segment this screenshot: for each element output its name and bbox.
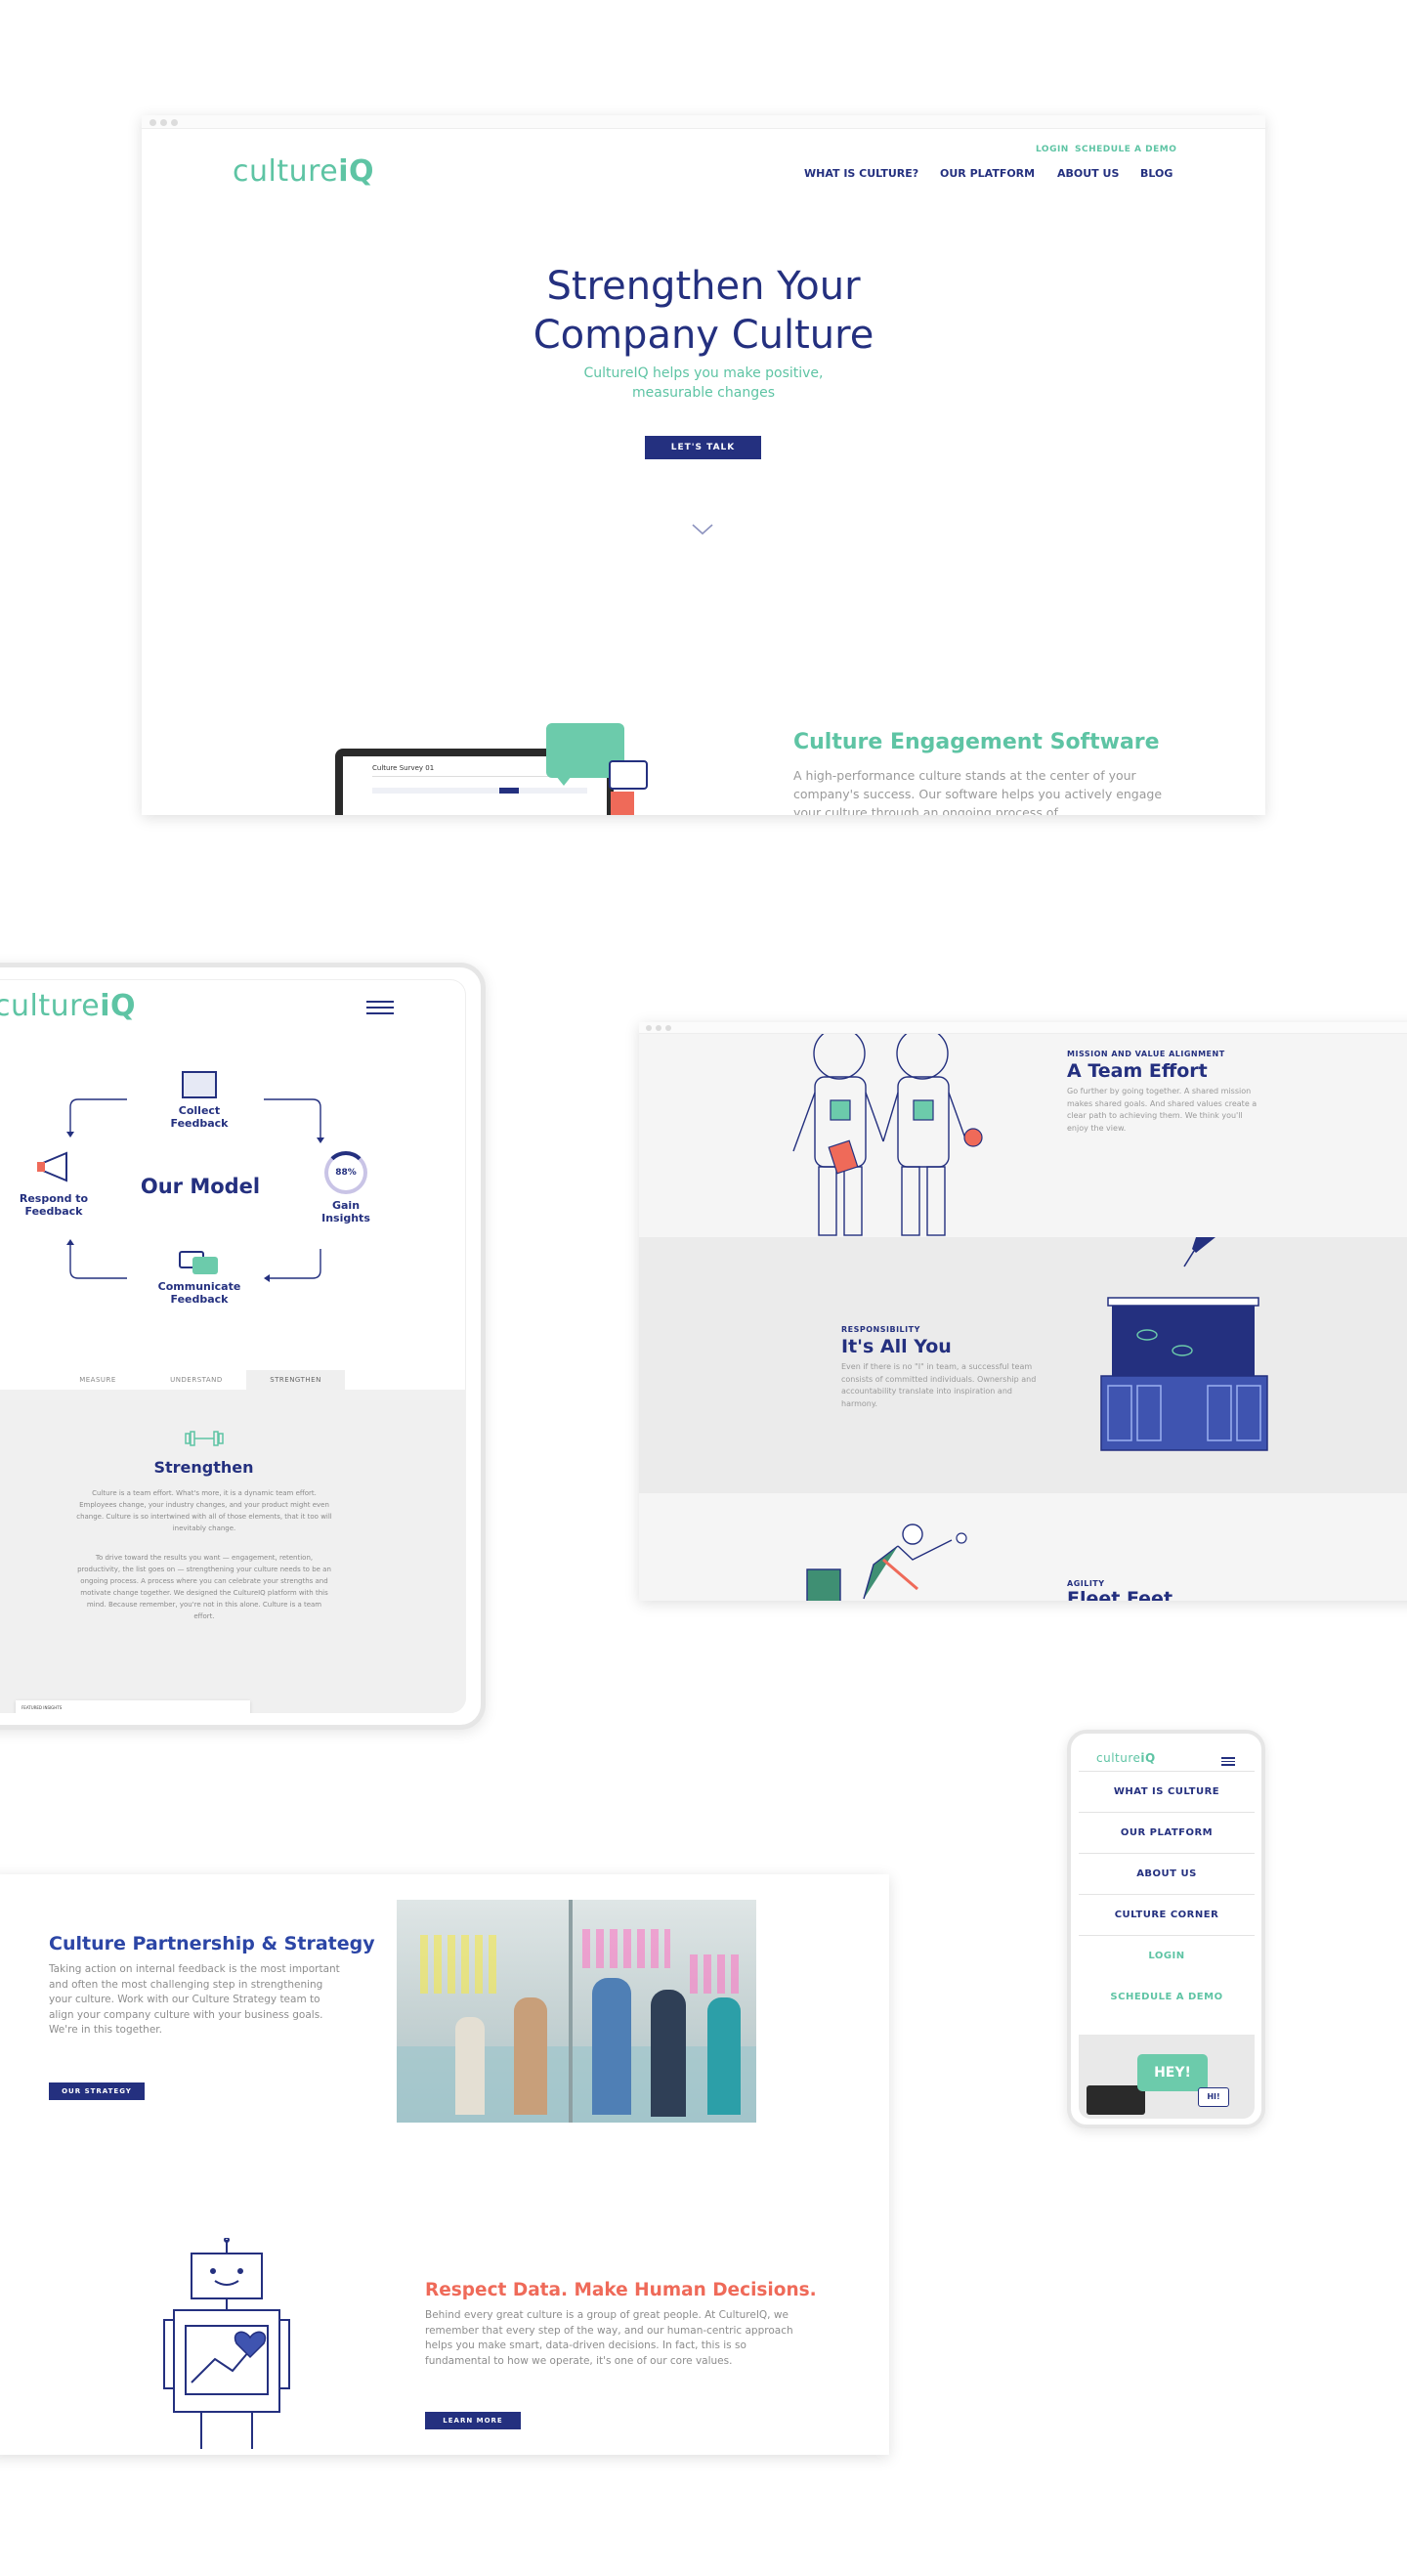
browser-bar [639,1022,1407,1034]
robot-heart-illustration [163,2238,290,2449]
runner-illustration [806,1524,967,1601]
learn-more-button[interactable]: LEARN MORE [425,2412,521,2429]
logo-prefix: culture [233,154,339,189]
browser-bar [142,115,1265,129]
strengthen-paragraph-1: Culture is a team effort. What's more, i… [76,1489,332,1532]
tab-measure[interactable]: MEASURE [49,1370,147,1390]
team-effort-eyebrow: MISSION AND VALUE ALIGNMENT [1067,1050,1225,1058]
all-you-section: RESPONSIBILITY It's All You Even if ther… [639,1237,1407,1493]
mobile-logo[interactable]: cultureiQ [1096,1751,1156,1765]
node-respond-feedback: Respond to Feedback [19,1192,89,1218]
tab-understand[interactable]: UNDERSTAND [148,1370,245,1390]
tablet-logo-suffix: iQ [100,989,137,1023]
gauge-icon: 88% [324,1151,367,1194]
window-dot [646,1025,652,1031]
our-strategy-button[interactable]: OUR STRATEGY [49,2082,145,2100]
data-title: Respect Data. Make Human Decisions. [425,2280,817,2300]
chevron-down-icon[interactable] [692,524,713,536]
hi-bubble-text: HI! [1207,2092,1220,2101]
hero-title-line2: Company Culture [533,313,874,358]
mobile-logo-prefix: culture [1096,1751,1141,1765]
mobile-menu-our-platform[interactable]: OUR PLATFORM [1079,1813,1255,1854]
laptop-illustration: Culture Survey 01 [335,723,648,815]
model-tabs: MEASURE UNDERSTAND STRENGTHEN [49,1370,345,1390]
hey-bubble-text: HEY! [1154,2065,1191,2081]
hero-title: Strengthen Your Company Culture [142,262,1265,360]
login-link[interactable]: LOGIN [1036,145,1069,154]
section-text: A high-performance culture stands at the… [793,768,1163,815]
mobile-menu: WHAT IS CULTURE OUR PLATFORM ABOUT US CU… [1079,1771,1255,2023]
lets-talk-button[interactable]: LET'S TALK [645,436,761,459]
window-dot [149,119,156,126]
all-you-text: Even if there is no "I" in team, a succe… [841,1362,1037,1408]
fleet-feet-title: Fleet Feet [1067,1588,1173,1601]
schedule-demo-link[interactable]: SCHEDULE A DEMO [1075,145,1176,154]
strengthen-paragraph-2: To drive toward the results you want — e… [77,1554,331,1620]
hero-subtitle-line1: CultureIQ helps you make positive, [583,365,824,381]
node-collect-feedback: Collect Feedback [170,1104,229,1130]
laptop-screen-title: Culture Survey 01 [372,764,435,772]
mobile-menu-what-is-culture[interactable]: WHAT IS CULTURE [1079,1772,1255,1813]
desktop-homepage-frame: cultureiQ LOGIN SCHEDULE A DEMO WHAT IS … [142,115,1265,815]
megaphone-icon [37,1151,67,1182]
all-you-eyebrow: RESPONSIBILITY [841,1325,920,1334]
chat-outline-icon [609,760,648,790]
dumbbell-icon [185,1431,224,1446]
team-effort-title: A Team Effort [1067,1060,1208,1082]
mobile-menu-about-us[interactable]: ABOUT US [1079,1854,1255,1895]
strengthen-title: Strengthen [153,1458,254,1477]
tablet-screen: cultureiQ Collect Feedback 88% Gain Insi… [0,979,466,1713]
node-gain-insights: Gain Insights [321,1199,370,1224]
hi-bubble: HI! [1198,2087,1229,2107]
mobile-hero-strip: HEY! HI! [1079,2035,1255,2119]
mobile-menu-login[interactable]: LOGIN [1079,1936,1255,1977]
partnership-frame: Culture Partnership & Strategy Taking ac… [0,1874,889,2455]
hamburger-menu-icon[interactable] [366,1001,394,1016]
section-title: Culture Engagement Software [793,730,1160,754]
window-dot [656,1025,661,1031]
hero-subtitle-line2: measurable changes [632,385,775,401]
clipboard-icon [182,1071,217,1098]
mobile-logo-suffix: iQ [1140,1751,1156,1765]
mobile-menu-schedule-demo[interactable]: SCHEDULE A DEMO [1079,1977,1255,2018]
strengthen-panel: Strengthen Culture is a team effort. Wha… [0,1390,466,1713]
nav-our-platform[interactable]: OUR PLATFORM [940,167,1035,180]
team-photo [397,1900,756,2123]
speech-bubbles-icon [179,1251,218,1276]
logo[interactable]: cultureiQ [233,154,374,189]
nav-blog[interactable]: BLOG [1140,167,1172,180]
aquarium-illustration [1100,1237,1268,1451]
featured-insights-label: FEATURED INSIGHTS [21,1705,63,1710]
model-title: Our Model [140,1175,261,1198]
data-text: Behind every great culture is a group of… [425,2309,793,2367]
all-you-title: It's All You [841,1336,952,1357]
hero-title-line1: Strengthen Your [546,264,861,309]
mobile-hamburger-icon[interactable] [1221,1757,1235,1766]
nav-what-is-culture[interactable]: WHAT IS CULTURE? [804,167,918,180]
mobile-screen: cultureiQ WHAT IS CULTURE OUR PLATFORM A… [1079,1743,1255,2119]
logo-suffix: iQ [338,154,375,189]
fleet-feet-section: AGILITY Fleet Feet [639,1493,1407,1601]
window-dot [665,1025,671,1031]
featured-insights-card: FEATURED INSIGHTS [16,1700,250,1713]
window-dot [171,119,178,126]
tablet-logo-prefix: culture [0,989,101,1023]
nav-about-us[interactable]: ABOUT US [1057,167,1119,180]
mobile-menu-culture-corner[interactable]: CULTURE CORNER [1079,1895,1255,1936]
hey-bubble: HEY! [1137,2054,1208,2091]
astronauts-illustration [792,1034,983,1236]
node-communicate-feedback: Communicate Feedback [157,1280,241,1306]
team-effort-section: MISSION AND VALUE ALIGNMENT A Team Effor… [639,1034,1407,1237]
hero-subtitle: CultureIQ helps you make positive, measu… [142,364,1265,403]
partnership-title: Culture Partnership & Strategy [49,1933,375,1954]
partnership-text: Taking action on internal feedback is th… [49,1963,340,2036]
tab-strengthen[interactable]: STRENGTHEN [246,1370,345,1390]
fleet-feet-eyebrow: AGILITY [1067,1579,1105,1588]
window-dot [160,119,167,126]
gauge-value: 88% [335,1168,357,1178]
team-effort-text: Go further by going together. A shared m… [1067,1087,1258,1133]
values-frame: MISSION AND VALUE ALIGNMENT A Team Effor… [639,1022,1407,1601]
tablet-logo[interactable]: cultureiQ [0,989,136,1023]
